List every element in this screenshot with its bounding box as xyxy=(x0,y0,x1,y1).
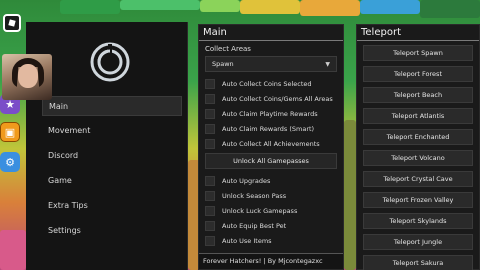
main-panel: Main Collect Areas Spawn ▼ Auto Collect … xyxy=(198,24,344,270)
checkbox[interactable] xyxy=(205,93,215,104)
game-scenery xyxy=(60,0,120,14)
option-auto-upgrades[interactable]: Auto Upgrades xyxy=(199,173,343,188)
sidebar-item-game[interactable]: Game xyxy=(42,171,182,191)
teleport-crystal-cave-button[interactable]: Teleport Crystal Cave xyxy=(363,171,473,187)
game-scenery xyxy=(420,0,480,18)
avatar xyxy=(2,54,52,100)
game-scenery xyxy=(240,0,300,14)
options-list-2: Auto Upgrades Unlock Season Pass Unlock … xyxy=(199,173,343,248)
teleport-list: Teleport Spawn Teleport Forest Teleport … xyxy=(357,41,479,270)
game-scenery xyxy=(344,120,356,270)
main-panel-title: Main xyxy=(199,25,343,41)
teleport-spawn-button[interactable]: Teleport Spawn xyxy=(363,45,473,61)
gear-icon[interactable]: ⚙ xyxy=(0,152,20,172)
checkbox[interactable] xyxy=(205,190,215,201)
teleport-frozen-valley-button[interactable]: Teleport Frozen Valley xyxy=(363,192,473,208)
teleport-enchanted-button[interactable]: Teleport Enchanted xyxy=(363,129,473,145)
roblox-logo-icon[interactable] xyxy=(3,14,21,32)
checkbox[interactable] xyxy=(205,175,215,186)
teleport-atlantis-button[interactable]: Teleport Atlantis xyxy=(363,108,473,124)
dropdown-value: Spawn xyxy=(212,60,234,68)
option-unlock-luck-gamepass[interactable]: Unlock Luck Gamepass xyxy=(199,203,343,218)
checkbox[interactable] xyxy=(205,220,215,231)
gift-icon[interactable]: ▣ xyxy=(0,122,20,142)
option-auto-collect-achievements[interactable]: Auto Collect All Achievements xyxy=(199,136,343,151)
checkbox[interactable] xyxy=(205,138,215,149)
checkbox[interactable] xyxy=(205,123,215,134)
footer-credit: Forever Hatchers! | By Mjcontegazxc xyxy=(199,253,343,269)
option-auto-collect-selected[interactable]: Auto Collect Coins Selected xyxy=(199,76,343,91)
teleport-panel-title: Teleport xyxy=(357,25,479,41)
sidebar-item-main[interactable]: Main xyxy=(42,96,182,116)
sidebar-nav: Main Movement Discord Game Extra Tips Se… xyxy=(42,96,182,246)
chevron-down-icon: ▼ xyxy=(325,60,330,68)
checkbox[interactable] xyxy=(205,205,215,216)
option-unlock-season-pass[interactable]: Unlock Season Pass xyxy=(199,188,343,203)
sidebar-item-settings[interactable]: Settings xyxy=(42,221,182,241)
option-auto-equip-best-pet[interactable]: Auto Equip Best Pet xyxy=(199,218,343,233)
sidebar-item-movement[interactable]: Movement xyxy=(42,121,182,141)
option-auto-claim-rewards[interactable]: Auto Claim Rewards (Smart) xyxy=(199,121,343,136)
option-auto-claim-playtime[interactable]: Auto Claim Playtime Rewards xyxy=(199,106,343,121)
game-scenery xyxy=(300,0,360,16)
option-auto-collect-all-areas[interactable]: Auto Collect Coins/Gems All Areas xyxy=(199,91,343,106)
spiral-logo-icon xyxy=(90,42,130,82)
teleport-volcano-button[interactable]: Teleport Volcano xyxy=(363,150,473,166)
teleport-forest-button[interactable]: Teleport Forest xyxy=(363,66,473,82)
sidebar-item-discord[interactable]: Discord xyxy=(42,146,182,166)
teleport-panel: Teleport Teleport Spawn Teleport Forest … xyxy=(356,24,480,270)
collect-areas-label: Collect Areas xyxy=(205,45,251,53)
unlock-gamepasses-button[interactable]: Unlock All Gamepasses xyxy=(205,153,337,169)
options-list: Auto Collect Coins Selected Auto Collect… xyxy=(199,76,343,151)
teleport-skylands-button[interactable]: Teleport Skylands xyxy=(363,213,473,229)
teleport-sakura-button[interactable]: Teleport Sakura xyxy=(363,255,473,270)
game-scenery xyxy=(200,0,240,12)
game-scenery xyxy=(0,230,26,270)
checkbox[interactable] xyxy=(205,108,215,119)
game-scenery xyxy=(360,0,420,14)
teleport-beach-button[interactable]: Teleport Beach xyxy=(363,87,473,103)
collect-areas-dropdown[interactable]: Spawn ▼ xyxy=(205,56,337,72)
sidebar-item-extra-tips[interactable]: Extra Tips xyxy=(42,196,182,216)
teleport-jungle-button[interactable]: Teleport Jungle xyxy=(363,234,473,250)
checkbox[interactable] xyxy=(205,235,215,246)
checkbox[interactable] xyxy=(205,78,215,89)
game-scenery xyxy=(120,0,200,10)
option-auto-use-items[interactable]: Auto Use Items xyxy=(199,233,343,248)
